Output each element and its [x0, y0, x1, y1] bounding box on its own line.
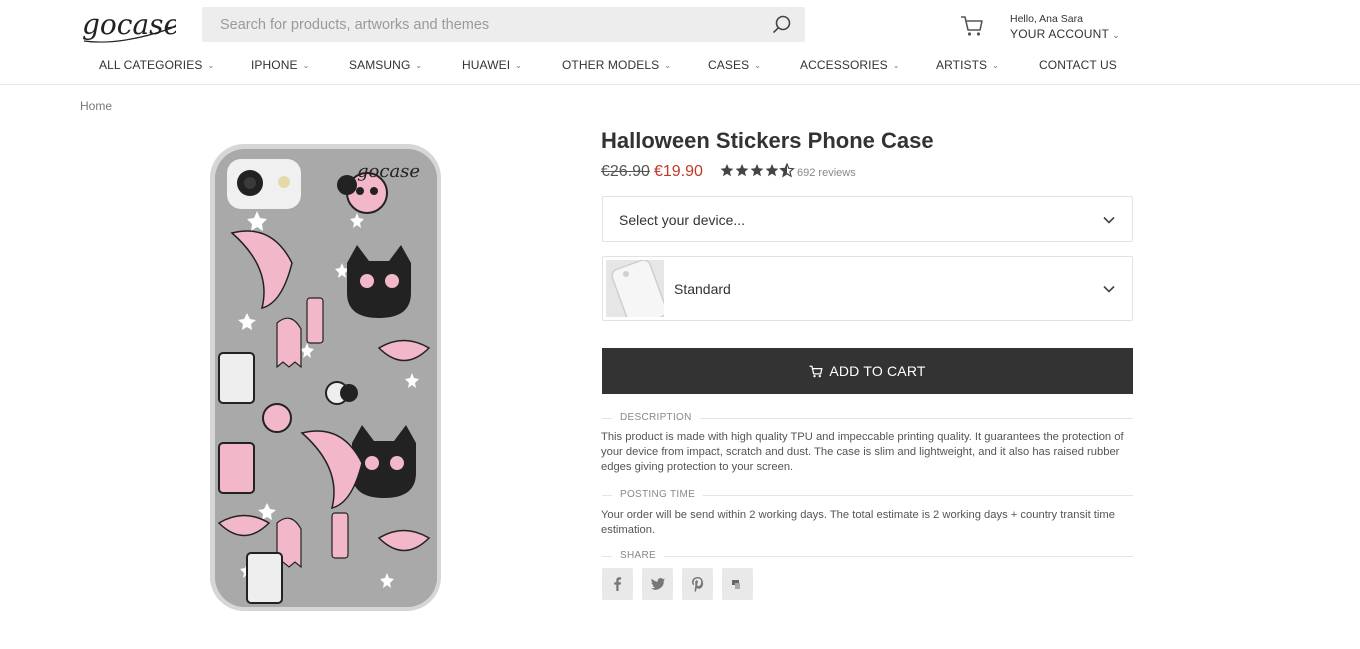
current-price: €19.90	[653, 163, 703, 180]
facebook-icon	[614, 577, 622, 591]
account-greeting: Hello, Ana Sara	[1010, 13, 1083, 25]
price-block: €26.90 €19.90	[601, 163, 703, 181]
account-label[interactable]: YOUR ACCOUNT	[1010, 27, 1109, 41]
add-to-cart-button[interactable]: ADD TO CART	[602, 348, 1133, 394]
chevron-down-icon: ⌄	[664, 61, 672, 70]
twitter-icon	[651, 578, 665, 590]
description-text: This product is made with high quality T…	[601, 431, 1124, 473]
device-select-label: Select your device...	[619, 212, 746, 228]
site-header: gocase Search for products, artworks and…	[0, 0, 1360, 85]
posting-time-text: Your order will be send within 2 working…	[601, 509, 1115, 536]
cart-icon	[809, 365, 823, 378]
chevron-down-icon	[1103, 216, 1115, 224]
posting-time-title: POSTING TIME	[612, 489, 704, 500]
old-price: €26.90	[601, 163, 650, 180]
chevron-down-icon: ⌄	[892, 61, 900, 70]
breadcrumb-home[interactable]: Home	[80, 99, 112, 113]
svg-text:gocase: gocase	[357, 161, 420, 182]
add-to-cart-label: ADD TO CART	[829, 363, 926, 379]
search-input[interactable]: Search for products, artworks and themes	[220, 17, 489, 33]
breadcrumb: Home	[80, 99, 112, 113]
cart-icon[interactable]	[960, 15, 984, 37]
description-title: DESCRIPTION	[612, 412, 700, 423]
description-header: DESCRIPTION	[602, 412, 1133, 424]
case-type-label: Standard	[674, 281, 731, 297]
device-select[interactable]: Select your device...	[602, 196, 1133, 242]
nav-item-all-categories[interactable]: ALL CATEGORIES ⌄	[99, 58, 214, 72]
chevron-down-icon: ⌄	[992, 61, 999, 70]
share-title: SHARE	[612, 550, 664, 561]
case-thumbnail	[606, 260, 664, 317]
gocase-logo[interactable]: gocase	[80, 8, 176, 48]
main-nav: ALL CATEGORIES ⌄ IPHONE ⌄ SAMSUNG ⌄ HUAWEI ⌄…	[99, 58, 1199, 74]
share-pinterest-button[interactable]	[682, 568, 713, 600]
nav-item-artists[interactable]: ARTISTS ⌄	[936, 58, 999, 72]
chevron-down-icon: ⌄	[1112, 30, 1120, 40]
star-rating-icon	[720, 162, 795, 178]
pinterest-icon	[692, 577, 704, 592]
share-header: SHARE	[602, 550, 1133, 562]
chevron-down-icon: ⌄	[415, 61, 423, 70]
case-type-select[interactable]: Standard	[602, 256, 1133, 321]
reviews-count[interactable]: 692 reviews	[797, 167, 856, 179]
share-tumblr-button[interactable]	[722, 568, 753, 600]
share-facebook-button[interactable]	[602, 568, 633, 600]
nav-item-other-models[interactable]: OTHER MODELS ⌄	[562, 58, 671, 72]
product-image: gocase	[210, 144, 441, 611]
rating-stars	[720, 162, 796, 183]
chevron-down-icon: ⌄	[515, 61, 522, 70]
nav-item-contact-us[interactable]: CONTACT US	[1039, 58, 1117, 72]
share-twitter-button[interactable]	[642, 568, 673, 600]
nav-item-huawei[interactable]: HUAWEI ⌄	[462, 58, 522, 72]
chevron-down-icon: ⌄	[754, 61, 761, 70]
chevron-down-icon: ⌄	[302, 61, 310, 70]
nav-item-samsung[interactable]: SAMSUNG ⌄	[349, 58, 422, 72]
search-bar[interactable]: Search for products, artworks and themes	[202, 7, 805, 42]
product-title: Halloween Stickers Phone Case	[601, 128, 934, 153]
svg-text:gocase: gocase	[82, 8, 176, 41]
nav-item-accessories[interactable]: ACCESSORIES ⌄	[800, 58, 900, 72]
nav-item-iphone[interactable]: IPHONE ⌄	[251, 58, 309, 72]
tumblr-icon	[732, 580, 740, 589]
account-menu[interactable]: Hello, Ana Sara YOUR ACCOUNT ⌄	[1010, 13, 1120, 41]
chevron-down-icon	[1103, 285, 1115, 293]
chevron-down-icon: ⌄	[207, 61, 215, 70]
nav-item-cases[interactable]: CASES ⌄	[708, 58, 761, 72]
posting-time-header: POSTING TIME	[602, 489, 1133, 501]
search-icon[interactable]	[771, 14, 793, 36]
